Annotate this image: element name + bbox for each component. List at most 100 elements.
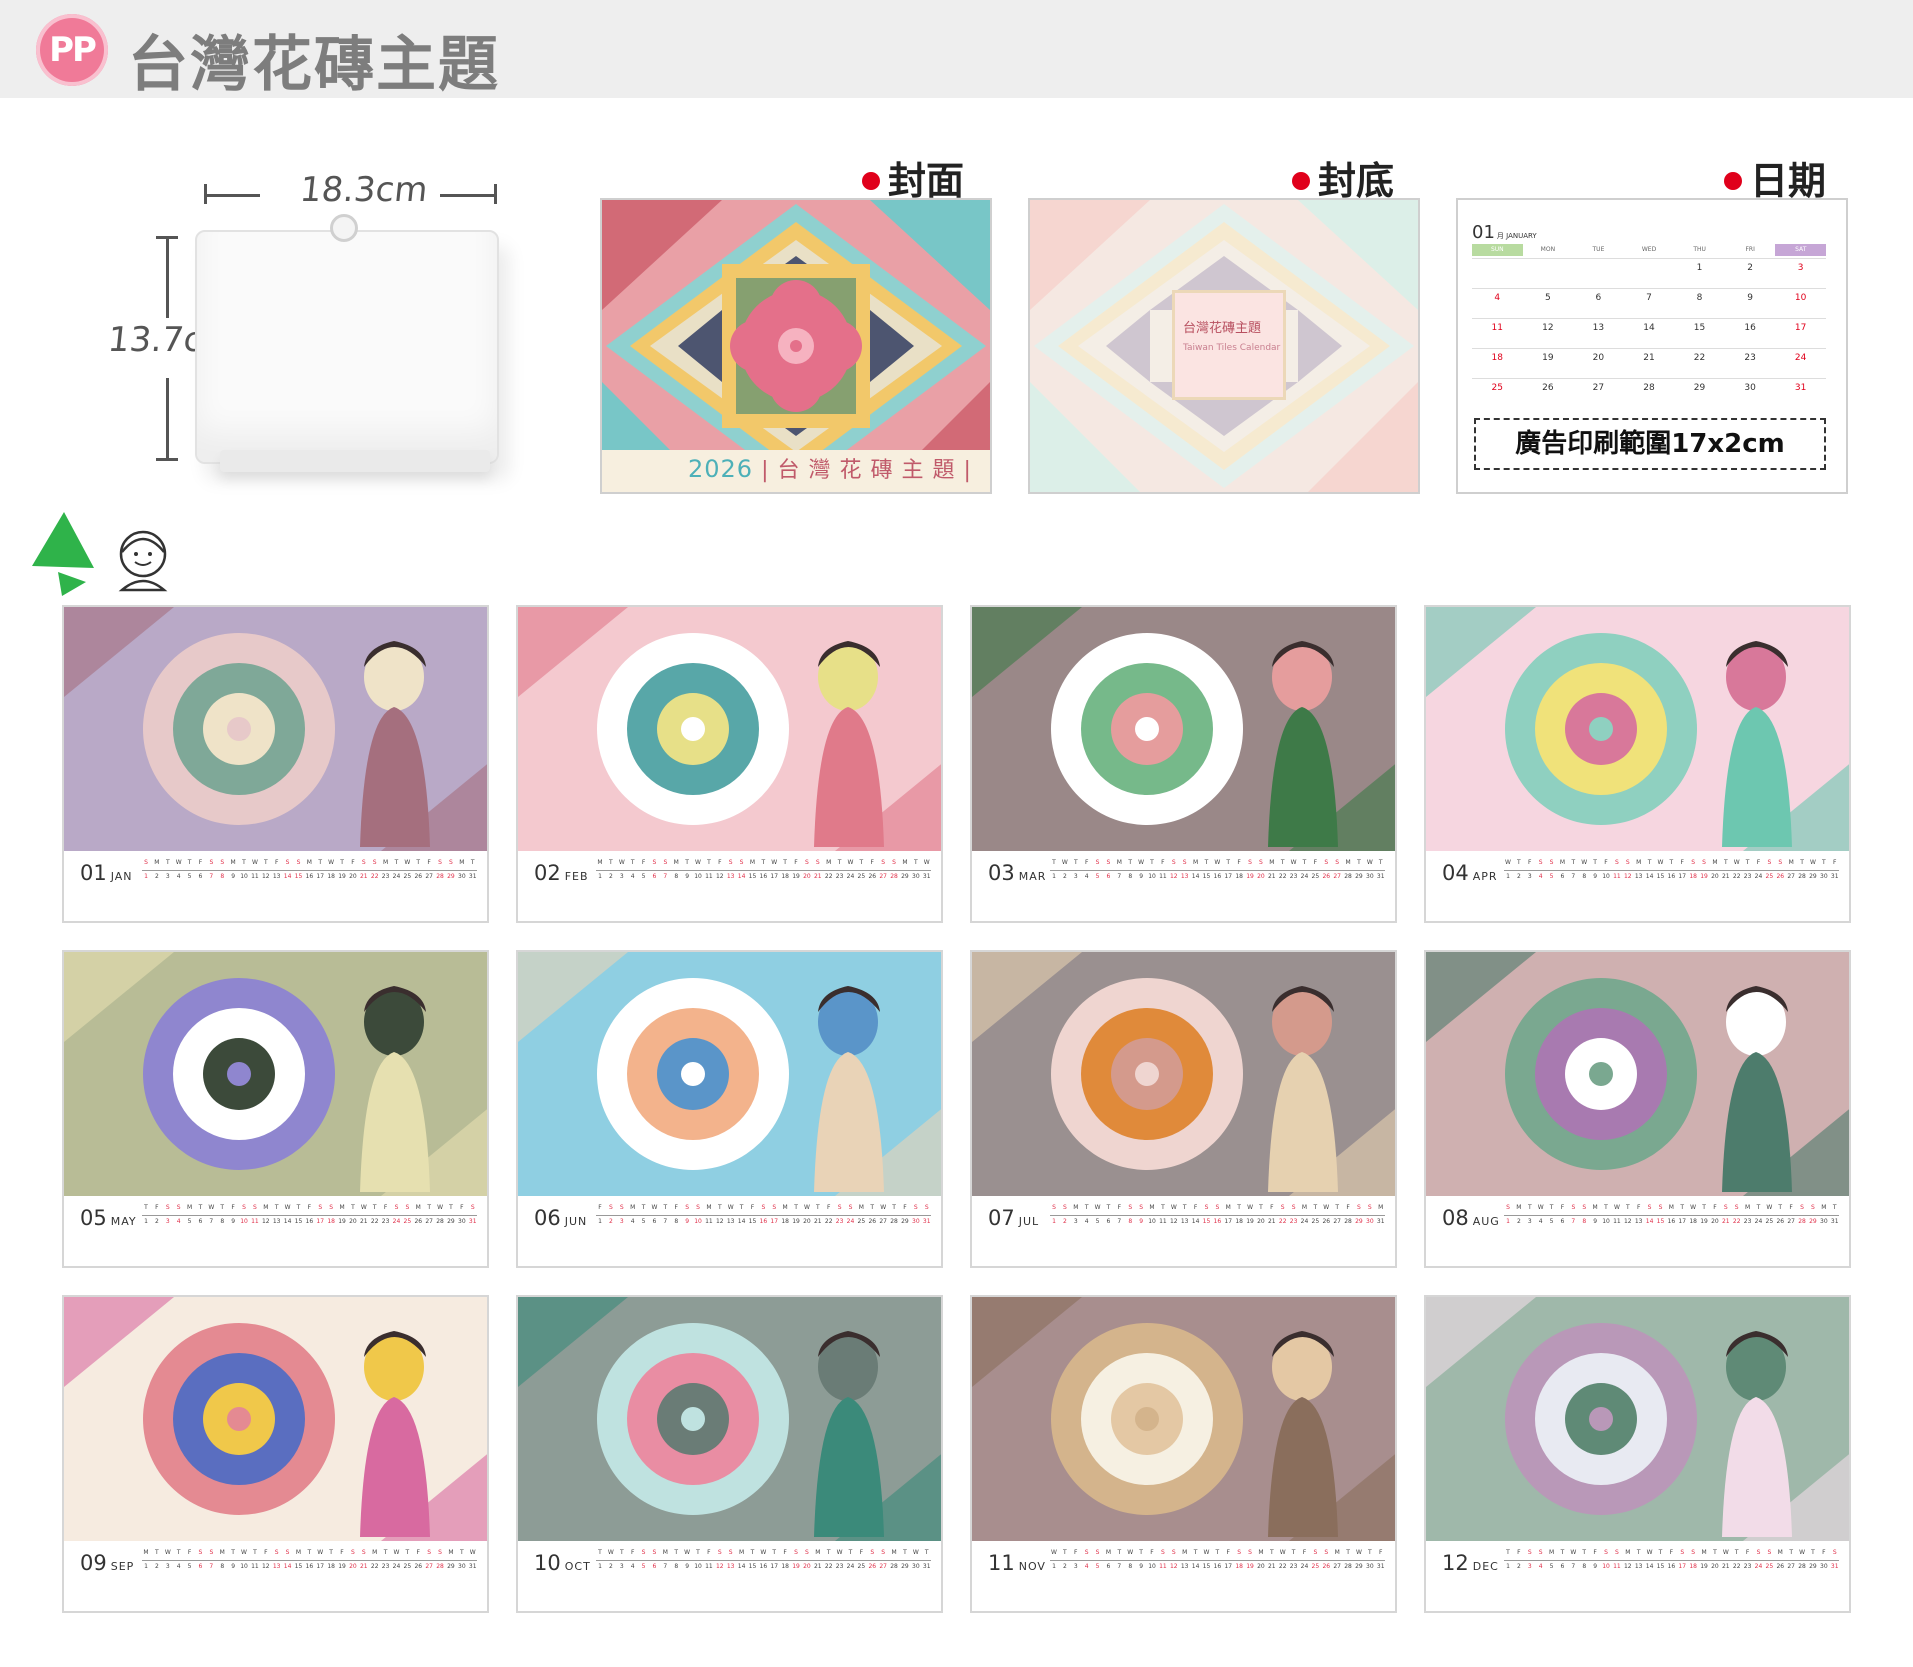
month-illustration [64, 952, 487, 1196]
month-number: 09 SEP [80, 1551, 135, 1575]
weekday-letter: S [1734, 1204, 1739, 1211]
day-number: 29 [1355, 873, 1363, 880]
weekday-label: WED [1641, 246, 1657, 253]
day-number: 28 [1344, 873, 1352, 880]
weekday-letter: M [219, 1549, 225, 1556]
weekday-letter: F [307, 1204, 312, 1211]
day-number: 21 [1721, 1218, 1730, 1225]
day-number: 11 [1613, 1563, 1621, 1570]
weekday-letter: T [1734, 1549, 1739, 1556]
divider [142, 1560, 477, 1561]
day-number: 23 [381, 1563, 390, 1570]
weekday-label: SAT [1775, 244, 1827, 256]
month-number: 05 MAY [80, 1206, 137, 1230]
weekday-letter: S [1324, 1549, 1329, 1556]
date-cell: 9 [1724, 288, 1776, 318]
weekday-letter: W [727, 1204, 734, 1211]
weekday-letter: T [242, 859, 246, 866]
day-number: 22 [370, 1563, 379, 1570]
weekday-letter: F [460, 1204, 464, 1211]
day-number: 12 [1623, 873, 1632, 880]
day-number: 12 [715, 1563, 724, 1570]
date-cell: 22 [1674, 348, 1725, 378]
day-number: 22 [370, 873, 379, 880]
weekday-letters: FSSMTWTFSSMTWTFSSMTWTFSSMTWTFSS [596, 1204, 931, 1214]
weekday-letter: F [427, 859, 431, 866]
day-number: 12 [261, 1218, 270, 1225]
day-number: 21 [359, 1218, 368, 1225]
day-number: 3 [1073, 873, 1078, 880]
day-number: 3 [1527, 873, 1532, 880]
day-number: 25 [403, 1563, 412, 1570]
day-number: 29 [447, 1218, 455, 1225]
red-dot-icon [1292, 171, 1310, 190]
month-date-strip: 04 APR W T F S S M T W T F S S M T W T F S S M T W T F S S M T W T F 1 2 3 4… [1426, 851, 1849, 921]
day-number: 3 [1073, 1563, 1078, 1570]
day-number: 29 [447, 1563, 455, 1570]
weekday-letter: W [1613, 1204, 1620, 1211]
weekday-letter: M [1073, 1204, 1079, 1211]
weekday-letters: MTWTFSSMTWTFSSMTWTFSSMTWTFSSMTW [142, 1549, 477, 1559]
day-number: 2 [1062, 1563, 1067, 1570]
day-number: 26 [414, 1563, 423, 1570]
weekday-letter: S [165, 1204, 170, 1211]
day-number: 23 [1289, 873, 1298, 880]
weekday-letter: S [1280, 1204, 1285, 1211]
pp-logo-text: PP [49, 30, 97, 70]
preview-cover-label: 封面 [862, 150, 964, 205]
weekday-letter: S [1204, 1204, 1209, 1211]
day-number: 3 [619, 873, 624, 880]
day-number: 3 [165, 873, 170, 880]
day-number: 12 [1169, 873, 1178, 880]
day-number: 13 [726, 873, 735, 880]
weekday-letter: F [1193, 1204, 1198, 1211]
weekday-letter: W [241, 1549, 247, 1556]
day-number: 11 [1159, 1563, 1167, 1570]
day-number: 19 [1700, 1218, 1708, 1225]
day-number: 4 [1538, 873, 1543, 880]
day-number: 17 [1678, 873, 1687, 880]
weekday-letter: F [1745, 1549, 1750, 1556]
red-dot-icon [862, 171, 880, 190]
day-number: 30 [1820, 873, 1828, 880]
day-number: 16 [1213, 1218, 1222, 1225]
month-card-01: 01 JAN S M T W T F S S M T W T F S S M T W T F S S M T W T F S S M T 1 2 3 4… [62, 605, 489, 923]
weekday-letter: T [351, 1204, 355, 1211]
day-number: 1 [144, 873, 148, 880]
day-number: 5 [187, 1218, 192, 1225]
weekday-letter: F [903, 1204, 907, 1211]
day-number: 19 [1246, 1218, 1254, 1225]
day-number: 5 [187, 1563, 192, 1570]
weekday-letter: W [760, 1549, 767, 1556]
month-illustration [1426, 607, 1849, 851]
weekday-letter: S [274, 1549, 279, 1556]
weekday-letter: S [848, 1204, 853, 1211]
day-number: 29 [1355, 1218, 1363, 1225]
day-number: 27 [1787, 1563, 1795, 1570]
day-number: 26 [868, 1563, 877, 1570]
day-number: 28 [436, 873, 444, 880]
day-number: 4 [1538, 1563, 1543, 1570]
cover-title-text: | 台 灣 花 磚 主 題 | [761, 458, 972, 483]
weekday-letter: T [1821, 859, 1826, 866]
weekday-letter: S [805, 1549, 809, 1556]
weekday-letter: T [307, 1549, 312, 1556]
day-number: 4 [630, 1563, 635, 1570]
day-number: 5 [1095, 1563, 1100, 1570]
weekday-letter: M [1334, 1549, 1340, 1556]
day-number: 29 [901, 1218, 909, 1225]
hanger-hole [330, 214, 358, 242]
day-number: 24 [846, 873, 855, 880]
month-date-strip: 06 JUN F S S M T W T F S S M T W T F S S M T W T F S S M T W T F S S 1 2 3 4… [518, 1196, 941, 1266]
day-number: 29 [1355, 1563, 1363, 1570]
day-number: 6 [1560, 1218, 1565, 1225]
weekday-letter: W [695, 859, 701, 866]
weekday-letter: T [416, 859, 421, 866]
weekday-letter: T [1063, 1549, 1067, 1556]
day-number: 20 [349, 1218, 357, 1225]
red-dot-icon [1724, 171, 1742, 190]
weekday-letter: T [1800, 859, 1804, 866]
weekday-letter: S [815, 859, 820, 866]
day-number: 21 [813, 1563, 822, 1570]
day-number: 12 [1623, 1218, 1632, 1225]
